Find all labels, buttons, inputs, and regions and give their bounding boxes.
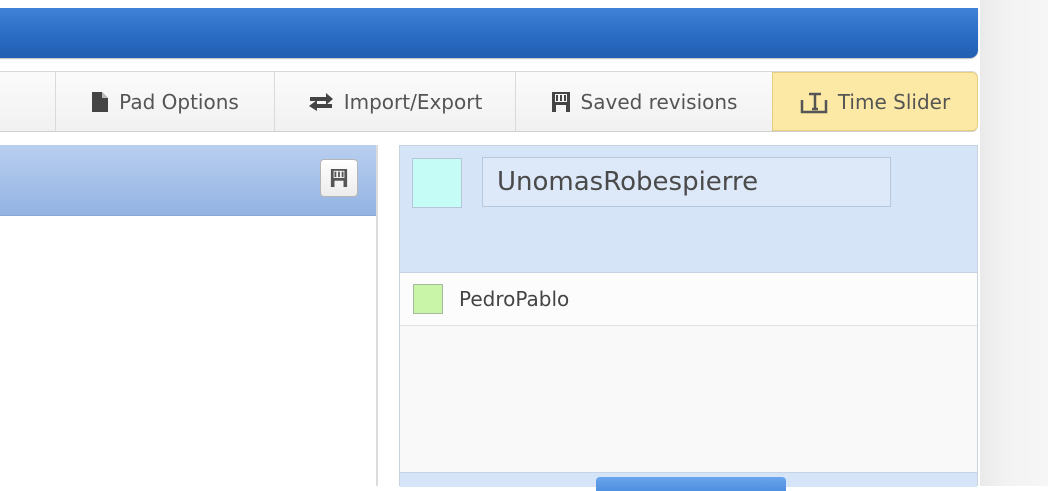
pad-options-label: Pad Options bbox=[119, 89, 239, 114]
import-export-button[interactable]: Import/Export bbox=[274, 72, 515, 131]
my-user-header bbox=[400, 146, 977, 273]
document-icon bbox=[91, 91, 109, 113]
save-revision-button[interactable] bbox=[320, 159, 358, 197]
saved-revisions-label: Saved revisions bbox=[580, 89, 738, 114]
editor-header bbox=[0, 145, 378, 216]
time-slider-label: Time Slider bbox=[837, 89, 951, 114]
panel-divider bbox=[376, 145, 378, 486]
time-slider-icon bbox=[800, 90, 828, 114]
pad-options-button[interactable]: Pad Options bbox=[55, 72, 274, 131]
window-gutter bbox=[980, 0, 1048, 486]
swap-arrows-icon bbox=[308, 91, 334, 113]
username-input[interactable] bbox=[482, 157, 891, 207]
editor-content[interactable] bbox=[0, 216, 377, 486]
user-name: PedroPablo bbox=[459, 287, 570, 311]
save-icon bbox=[551, 91, 571, 113]
time-slider-button[interactable]: Time Slider bbox=[772, 72, 978, 131]
users-panel-footer bbox=[400, 472, 977, 491]
my-color-swatch[interactable] bbox=[412, 158, 462, 208]
import-export-label: Import/Export bbox=[343, 89, 483, 114]
saved-revisions-button[interactable]: Saved revisions bbox=[515, 72, 772, 131]
top-bar bbox=[0, 8, 978, 58]
toolbar: Pad Options Import/Export Saved revision… bbox=[0, 71, 978, 132]
user-color-swatch bbox=[413, 284, 443, 314]
user-list-item: PedroPablo bbox=[400, 273, 977, 326]
users-panel: PedroPablo bbox=[399, 145, 978, 491]
save-icon bbox=[330, 167, 348, 189]
footer-button[interactable] bbox=[596, 477, 786, 491]
